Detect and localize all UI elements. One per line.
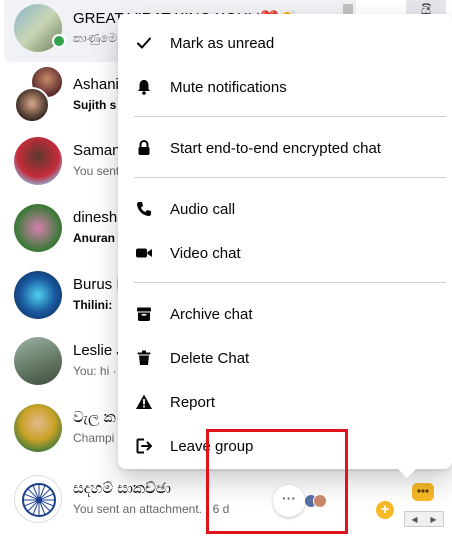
add-icon[interactable]: + — [376, 501, 394, 519]
lock-icon — [134, 138, 154, 158]
chat-preview: Sujith s — [73, 98, 117, 112]
phone-icon — [134, 199, 154, 219]
menu-item-audio-call[interactable]: Audio call — [126, 189, 444, 229]
avatar — [14, 87, 50, 123]
menu-item-label: Archive chat — [170, 305, 253, 323]
menu-item-label: Start end-to-end encrypted chat — [170, 139, 381, 157]
avatar — [14, 271, 62, 319]
video-camera-icon — [134, 243, 154, 263]
chat-preview: Champi — [73, 431, 115, 445]
menu-item-label: Mark as unread — [170, 34, 275, 52]
menu-item-label: Video chat — [170, 244, 241, 262]
chat-name: dinesh — [73, 209, 118, 226]
menu-item-encrypted-chat[interactable]: Start end-to-end encrypted chat — [126, 128, 444, 168]
chat-name: Leslie J — [73, 342, 124, 359]
avatar — [14, 404, 62, 452]
scroll-arrows[interactable]: ◀ ▶ — [404, 511, 444, 527]
chat-context-menu: Mark as unread Mute notifications Start … — [118, 14, 452, 478]
avatar — [14, 337, 62, 385]
menu-item-mute-notifications[interactable]: Mute notifications — [126, 67, 444, 107]
arrow-left-icon[interactable]: ◀ — [411, 515, 417, 524]
avatar — [14, 204, 62, 252]
warning-triangle-icon — [134, 392, 154, 412]
arrow-right-icon[interactable]: ▶ — [430, 515, 436, 524]
bell-icon — [134, 77, 154, 97]
checkmark-icon — [134, 33, 154, 53]
chat-name: සදහම් සාකච්ඡා — [73, 480, 171, 497]
avatar — [14, 137, 62, 185]
menu-item-video-chat[interactable]: Video chat — [126, 233, 444, 273]
chat-preview: Anuran — [73, 231, 115, 245]
dharma-wheel-icon — [22, 483, 56, 517]
trash-icon — [134, 348, 154, 368]
menu-item-label: Mute notifications — [170, 78, 287, 96]
menu-caret — [398, 469, 416, 478]
menu-item-archive-chat[interactable]: Archive chat — [126, 294, 444, 334]
avatar — [14, 475, 62, 523]
menu-item-label: Audio call — [170, 200, 236, 218]
menu-item-delete-chat[interactable]: Delete Chat — [126, 338, 444, 378]
chat-name: Burus I — [73, 276, 121, 293]
menu-item-label: Delete Chat — [170, 349, 250, 367]
chat-name: Ashani — [73, 76, 119, 93]
menu-divider — [134, 282, 446, 283]
menu-item-report[interactable]: Report — [126, 382, 444, 422]
menu-divider — [134, 116, 446, 117]
chat-preview: You: hi · — [73, 364, 117, 378]
emoji-sticker-icon[interactable] — [412, 483, 434, 501]
online-status-dot — [52, 34, 66, 48]
chat-preview: Thilini: — [73, 298, 113, 312]
highlight-box — [206, 429, 348, 534]
menu-item-label: Report — [170, 393, 216, 411]
chat-preview: කාණුමෙ — [73, 31, 117, 45]
leave-group-icon — [134, 436, 154, 456]
menu-item-mark-unread[interactable]: Mark as unread — [126, 23, 444, 63]
menu-divider — [134, 177, 446, 178]
chat-preview: You sent — [73, 164, 120, 178]
archive-box-icon — [134, 304, 154, 324]
chat-name: Saman — [73, 142, 121, 159]
chat-name: වැල ක — [73, 409, 116, 426]
